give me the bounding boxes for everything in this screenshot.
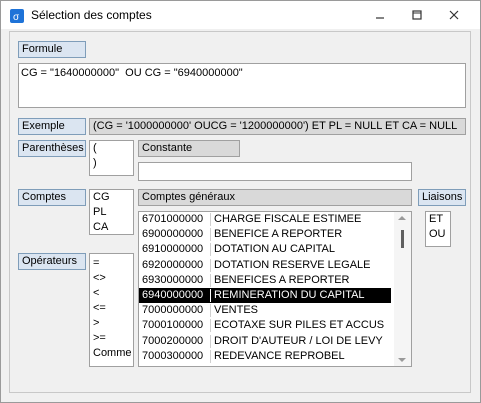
comptes-label: Comptes: [18, 189, 86, 206]
scroll-up-icon[interactable]: [398, 216, 406, 220]
constante-label: Constante: [138, 140, 240, 157]
account-row-selected[interactable]: 6940000000 REMINERATION DU CAPITAL: [139, 288, 391, 304]
parentheses-list[interactable]: ( ): [89, 140, 134, 176]
operateur-item[interactable]: >=: [90, 331, 133, 346]
close-button[interactable]: [440, 5, 468, 25]
operateur-item[interactable]: <>: [90, 271, 133, 286]
operateur-item[interactable]: <=: [90, 301, 133, 316]
account-code: 7000100000: [142, 319, 204, 332]
maximize-button[interactable]: [403, 5, 431, 25]
comptes-list[interactable]: CG PL CA: [89, 189, 134, 235]
account-row[interactable]: 6930000000 BENEFICES A REPORTER: [139, 273, 391, 288]
exemple-label: Exemple: [18, 118, 86, 135]
account-row[interactable]: 7000300000 REDEVANCE REPROBEL: [139, 349, 391, 364]
operateur-item[interactable]: >: [90, 316, 133, 331]
comptes-generaux-label: Comptes généraux: [138, 189, 412, 206]
selection-comptes-window: σ Sélection des comptes Formule CG = "16…: [0, 0, 481, 403]
account-code: 6910000000: [142, 243, 204, 256]
liaisons-list[interactable]: ET OU: [425, 211, 451, 247]
app-icon: σ: [10, 9, 24, 23]
operateur-item[interactable]: =: [90, 256, 133, 271]
account-code: 6701000000: [142, 213, 204, 225]
account-row[interactable]: 6920000000 DOTATION RESERVE LEGALE: [139, 258, 391, 273]
liaisons-label: Liaisons: [418, 189, 466, 206]
account-code: 7000300000: [142, 349, 204, 362]
account-code: 6920000000: [142, 258, 204, 271]
account-name: CHARGE FISCALE ESTIMEE: [214, 213, 362, 225]
operateur-item[interactable]: Comme: [90, 346, 133, 361]
account-row[interactable]: 6701000000 CHARGE FISCALE ESTIMEE: [139, 212, 391, 227]
parentheses-item-open[interactable]: (: [90, 141, 133, 156]
account-code: 7000000000: [142, 304, 204, 317]
account-row[interactable]: 7000100000 ECOTAXE SUR PILES ET ACCUS: [139, 318, 391, 333]
parentheses-label: Parenthèses: [18, 140, 86, 157]
scroll-thumb[interactable]: [401, 230, 404, 248]
account-name: ECOTAXE SUR PILES ET ACCUS: [214, 319, 385, 332]
account-code: 6900000000: [142, 228, 204, 241]
operateurs-label: Opérateurs: [18, 253, 86, 270]
comptes-item-pl[interactable]: PL: [90, 205, 133, 220]
comptes-item-cg[interactable]: CG: [90, 190, 133, 205]
liaisons-item-et[interactable]: ET: [426, 212, 450, 227]
account-name: REMINERATION DU CAPITAL: [214, 289, 365, 301]
parentheses-item-close[interactable]: ): [90, 156, 133, 171]
minimize-icon: [376, 17, 384, 19]
account-row[interactable]: 6900000000 BENEFICE A REPORTER: [139, 227, 391, 242]
account-row[interactable]: 7000200000 DROIT D'AUTEUR / LOI DE LEVY: [139, 334, 391, 349]
close-icon: [449, 10, 459, 20]
minimize-button[interactable]: [366, 5, 394, 25]
account-name: DROIT D'AUTEUR / LOI DE LEVY: [214, 334, 383, 347]
account-code: 6940000000: [142, 289, 204, 301]
operateurs-list[interactable]: = <> < <= > >= Comme: [89, 253, 134, 367]
formule-label: Formule: [18, 41, 86, 58]
formule-textarea[interactable]: CG = "1640000000" OU CG = "6940000000": [18, 63, 466, 108]
comptes-item-ca[interactable]: CA: [90, 220, 133, 235]
scroll-down-icon[interactable]: [398, 358, 406, 362]
operateur-item[interactable]: <: [90, 286, 133, 301]
accounts-scrollbar[interactable]: [394, 212, 411, 366]
maximize-icon: [412, 10, 422, 20]
account-code: 7000200000: [142, 334, 204, 347]
account-name: DOTATION AU CAPITAL: [214, 243, 336, 256]
account-row[interactable]: 6910000000 DOTATION AU CAPITAL: [139, 242, 391, 257]
window-title: Sélection des comptes: [31, 8, 152, 22]
svg-text:σ: σ: [13, 12, 20, 23]
account-name: BENEFICE A REPORTER: [214, 228, 343, 241]
account-name: VENTES: [214, 304, 259, 317]
formule-value: CG = "1640000000" OU CG = "6940000000": [21, 67, 243, 79]
liaisons-item-ou[interactable]: OU: [426, 227, 450, 242]
title-bar[interactable]: σ Sélection des comptes: [1, 1, 480, 29]
dialog-body: Formule CG = "1640000000" OU CG = "69400…: [9, 31, 471, 393]
account-code: 6930000000: [142, 273, 204, 286]
exemple-value: (CG = '1000000000' OUCG = '1200000000') …: [89, 118, 466, 135]
account-name: REDEVANCE REPROBEL: [214, 349, 345, 362]
account-row[interactable]: 7000000000 VENTES: [139, 303, 391, 318]
comptes-generaux-list[interactable]: 6701000000 CHARGE FISCALE ESTIMEE 6900000…: [138, 211, 412, 367]
account-name: DOTATION RESERVE LEGALE: [214, 258, 371, 271]
account-name: BENEFICES A REPORTER: [214, 273, 350, 286]
constante-input[interactable]: [138, 162, 412, 181]
